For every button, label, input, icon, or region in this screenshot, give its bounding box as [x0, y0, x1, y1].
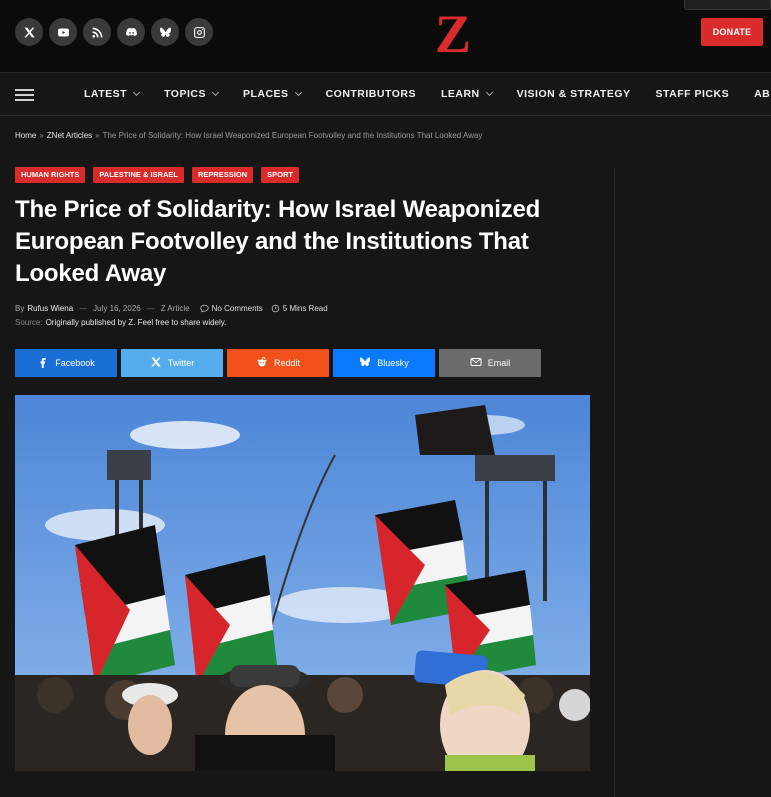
nav-item-label: CONTRIBUTORS — [325, 88, 416, 100]
category-tag[interactable]: HUMAN RIGHTS — [15, 167, 86, 183]
article-source: Source: Originally published by Z. Feel f… — [15, 318, 226, 327]
top-bar: Z DONATE — [0, 0, 771, 72]
breadcrumb-separator: » — [95, 131, 100, 140]
nav-item-label: STAFF PICKS — [655, 88, 730, 100]
nav-item-label: PLACES — [242, 88, 289, 100]
nav-item-latest[interactable]: LATEST — [84, 88, 141, 100]
nav-item-label: LATEST — [84, 88, 128, 100]
account-tab[interactable] — [684, 0, 771, 10]
breadcrumb-section[interactable]: ZNet Articles — [47, 131, 92, 140]
bluesky-icon[interactable] — [151, 18, 179, 46]
social-links — [15, 18, 213, 46]
menu-icon[interactable] — [15, 89, 34, 101]
publish-date: July 16, 2026 — [93, 304, 141, 313]
source-value: Originally published by Z. Feel free to … — [45, 318, 227, 327]
breadcrumb-separator: » — [39, 131, 44, 140]
chevron-down-icon — [211, 88, 220, 97]
rss-icon[interactable] — [83, 18, 111, 46]
nav-item-ab[interactable]: AB — [754, 88, 770, 100]
breadcrumb: Home» ZNet Articles» The Price of Solidari… — [15, 131, 482, 140]
hero-image — [15, 395, 590, 771]
share-label: Twitter — [167, 358, 195, 368]
meta-separator: — — [79, 304, 88, 313]
article-title: The Price of Solidarity: How Israel Weap… — [15, 196, 541, 287]
share-bluesky-button[interactable]: Bluesky — [333, 349, 435, 377]
nav-item-learn[interactable]: LEARN — [440, 88, 493, 100]
share-reddit-button[interactable]: Reddit — [227, 349, 329, 377]
nav-item-label: AB — [754, 88, 771, 100]
source-label: Source: — [15, 318, 43, 327]
chevron-down-icon — [485, 88, 493, 97]
main-nav: LATEST TOPICS PLACES CONTRIBUTORS LEARN VISIO… — [0, 72, 771, 116]
x-icon — [150, 356, 162, 370]
chevron-down-icon — [294, 88, 302, 97]
share-buttons: Facebook Twitter Reddit Bluesky Email — [15, 349, 541, 377]
nav-items: LATEST TOPICS PLACES CONTRIBUTORS LEARN VISIO… — [84, 73, 771, 115]
comments-link[interactable]: No Comments — [200, 304, 263, 313]
share-label: Facebook — [55, 358, 95, 368]
site-logo[interactable]: Z — [432, 6, 474, 58]
nav-item-vision-strategy[interactable]: VISION & STRATEGY — [517, 88, 631, 100]
nav-item-label: VISION & STRATEGY — [516, 88, 631, 100]
discord-icon[interactable] — [117, 18, 145, 46]
chevron-down-icon — [133, 88, 141, 97]
share-label: Reddit — [273, 358, 300, 368]
comments-count: No Comments — [211, 304, 263, 313]
author-link[interactable]: Rufus Wiena — [27, 304, 73, 313]
svg-text:Z: Z — [435, 6, 471, 58]
donate-button[interactable]: DONATE — [701, 18, 763, 46]
x-icon[interactable] — [15, 18, 43, 46]
nav-item-label: LEARN — [440, 88, 480, 100]
share-email-button[interactable]: Email — [439, 349, 541, 377]
share-facebook-button[interactable]: Facebook — [15, 349, 117, 377]
share-label: Bluesky — [377, 358, 409, 368]
by-label: By — [15, 304, 25, 313]
category-tag[interactable]: SPORT — [261, 167, 299, 183]
clock-icon — [271, 304, 280, 313]
email-icon — [470, 356, 482, 370]
read-time-label: 5 Mins Read — [282, 304, 328, 313]
category-tag[interactable]: REPRESSION — [191, 167, 254, 183]
nav-item-places[interactable]: PLACES — [242, 88, 302, 100]
comment-icon — [200, 304, 209, 313]
article-type-link[interactable]: Z Article — [161, 304, 190, 313]
nav-item-contributors[interactable]: CONTRIBUTORS — [326, 88, 416, 100]
nav-item-staff-picks[interactable]: STAFF PICKS — [656, 88, 730, 100]
sidebar-divider — [614, 168, 615, 797]
nav-item-topics[interactable]: TOPICS — [164, 88, 220, 100]
breadcrumb-current: The Price of Solidarity: How Israel Weap… — [102, 131, 483, 140]
nav-item-label: TOPICS — [164, 88, 206, 100]
instagram-icon[interactable] — [185, 18, 213, 46]
share-twitter-button[interactable]: Twitter — [121, 349, 223, 377]
reddit-icon — [256, 356, 268, 370]
share-label: Email — [487, 358, 511, 368]
article-meta: By Rufus Wiena — July 16, 2026 — Z Artic… — [15, 304, 328, 313]
youtube-icon[interactable] — [49, 18, 77, 46]
meta-separator: — — [146, 304, 155, 313]
category-tags: HUMAN RIGHTS PALESTINE & ISRAEL REPRESSION… — [15, 167, 299, 183]
category-tag[interactable]: PALESTINE & ISRAEL — [93, 167, 184, 183]
breadcrumb-home[interactable]: Home — [15, 131, 36, 140]
read-time: 5 Mins Read — [271, 304, 328, 313]
bluesky-icon — [359, 356, 371, 370]
facebook-icon — [37, 356, 49, 370]
